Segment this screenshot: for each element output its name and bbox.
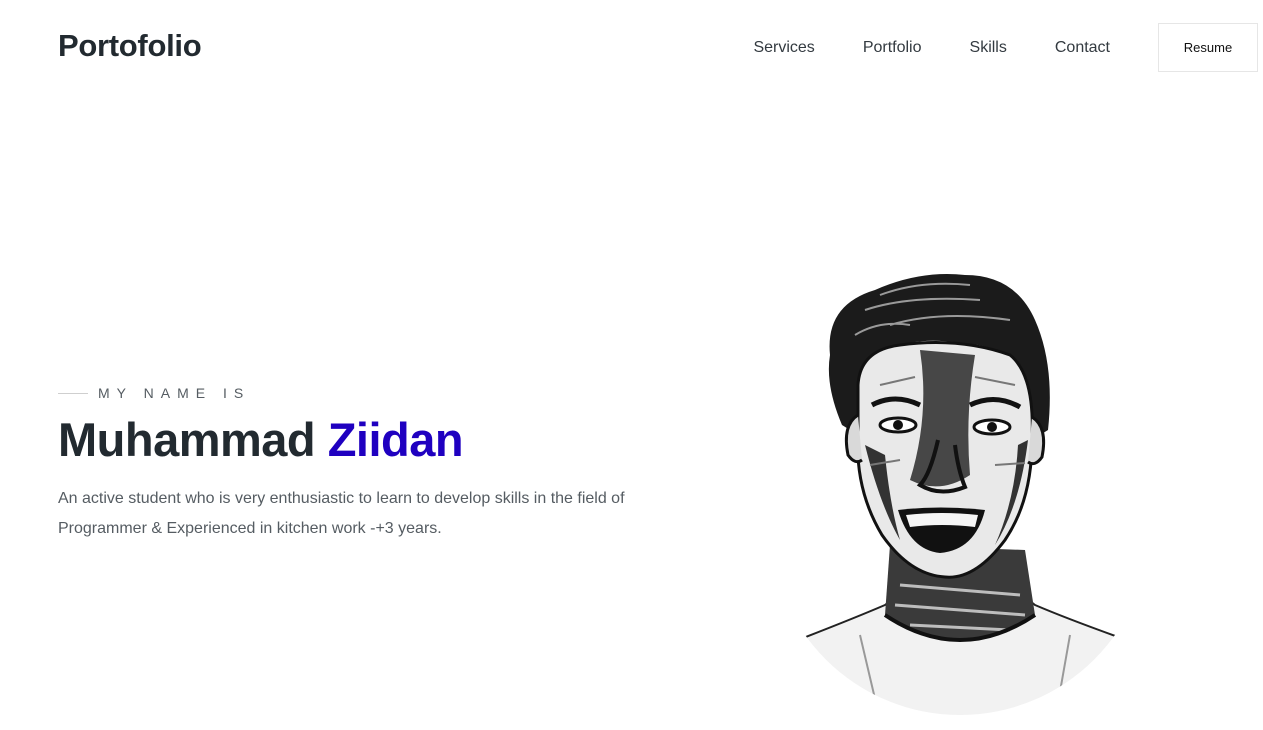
hero-name: Muhammad Ziidan [58, 412, 464, 467]
portrait-image [770, 274, 1150, 715]
hero-description: An active student who is very enthusiast… [58, 490, 625, 537]
brand-logo[interactable]: Portofolio [58, 28, 202, 64]
last-name: Ziidan [327, 413, 464, 466]
nav-link-contact[interactable]: Contact [1055, 24, 1110, 72]
nav-link-services[interactable]: Services [753, 24, 814, 72]
resume-button[interactable]: Resume [1158, 23, 1258, 72]
eyebrow: MY NAME IS [58, 385, 250, 401]
eyebrow-line [58, 392, 88, 394]
page: Portofolio Services Portfolio Skills Con… [0, 0, 1263, 730]
eyebrow-text: MY NAME IS [98, 385, 251, 401]
first-name: Muhammad [58, 413, 316, 466]
nav-link-portfolio[interactable]: Portfolio [863, 24, 922, 72]
nav-link-skills[interactable]: Skills [970, 24, 1007, 72]
main-nav: Services Portfolio Skills Contact Resume [753, 23, 1258, 72]
